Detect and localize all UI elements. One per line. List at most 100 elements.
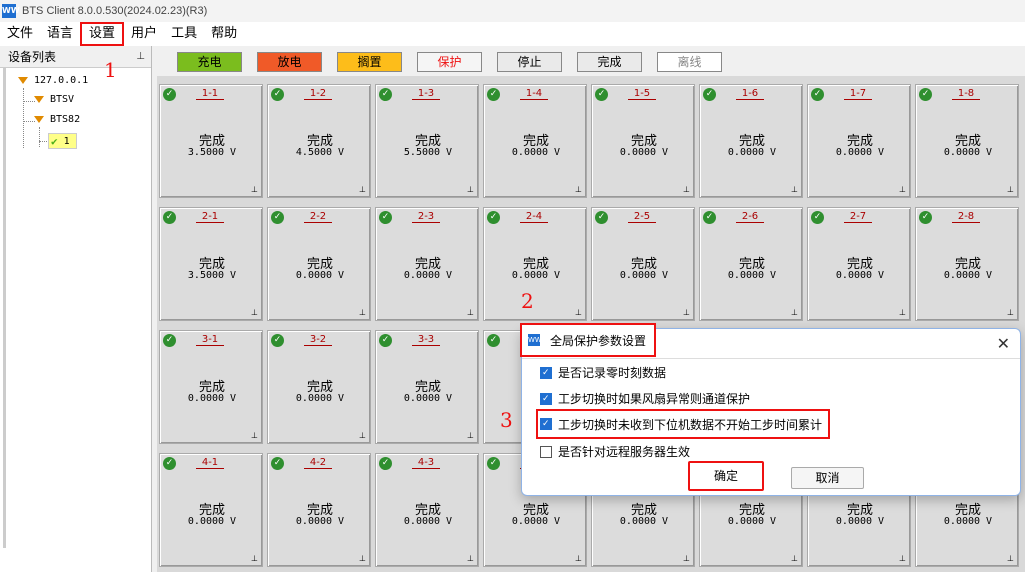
channel-cell[interactable]: ✓ 2-8 完成 0.0000 V ⊥: [915, 207, 1019, 321]
channel-cell[interactable]: ✓ 2-1 完成 3.5000 V ⊥: [159, 207, 263, 321]
pin-icon[interactable]: ⊥: [791, 554, 798, 563]
channel-voltage: 0.0000 V: [619, 147, 669, 158]
option-remote-server[interactable]: 是否针对远程服务器生效: [540, 443, 690, 460]
channel-cell[interactable]: ✓ 2-5 完成 0.0000 V ⊥: [591, 207, 695, 321]
channel-cell[interactable]: ✓ 1-6 完成 0.0000 V ⊥: [699, 84, 803, 198]
channel-voltage: 0.0000 V: [403, 270, 453, 281]
channel-cell[interactable]: ✓ 1-1 完成 3.5000 V ⊥: [159, 84, 263, 198]
pin-icon[interactable]: ⊥: [359, 554, 366, 563]
option-label: 是否针对远程服务器生效: [558, 445, 691, 459]
pin-icon[interactable]: ⊥: [467, 554, 474, 563]
channel-cell[interactable]: ✓ 2-2 完成 0.0000 V ⊥: [267, 207, 371, 321]
channel-cell[interactable]: ✓ 1-4 完成 0.0000 V ⊥: [483, 84, 587, 198]
pin-icon[interactable]: ⊥: [467, 431, 474, 440]
channel-voltage: 5.5000 V: [403, 147, 453, 158]
pin-icon[interactable]: ⊥: [1007, 554, 1014, 563]
status-ok-icon: ✓: [487, 88, 500, 101]
option-record-zero-time[interactable]: 是否记录零时刻数据: [540, 364, 666, 381]
pin-icon[interactable]: ⊥: [251, 554, 258, 563]
close-icon[interactable]: ✕: [997, 334, 1010, 353]
pin-icon[interactable]: ⊥: [791, 308, 798, 317]
pin-icon[interactable]: ⊥: [899, 554, 906, 563]
pin-icon[interactable]: ⊥: [251, 308, 258, 317]
menu-help[interactable]: 帮助: [204, 22, 244, 46]
channel-cell[interactable]: ✓ 4-3 完成 0.0000 V ⊥: [375, 453, 479, 567]
pin-icon[interactable]: ⊥: [467, 308, 474, 317]
checkbox[interactable]: [540, 418, 552, 430]
channel-cell[interactable]: ✓ 1-3 完成 5.5000 V ⊥: [375, 84, 479, 198]
pin-icon[interactable]: ⊥: [359, 308, 366, 317]
pin-icon[interactable]: ⊥: [683, 554, 690, 563]
channel-cell[interactable]: ✓ 4-1 完成 0.0000 V ⊥: [159, 453, 263, 567]
menu-tools[interactable]: 工具: [164, 22, 204, 46]
channel-cell[interactable]: ✓ 3-3 完成 0.0000 V ⊥: [375, 330, 479, 444]
pin-icon[interactable]: ⊥: [467, 185, 474, 194]
channel-id: 2-2: [304, 212, 332, 223]
channel-voltage: 0.0000 V: [619, 516, 669, 527]
menu-file[interactable]: 文件: [0, 22, 40, 46]
pin-icon[interactable]: ⊥: [359, 185, 366, 194]
channel-id: 1-3: [412, 89, 440, 100]
menu-user[interactable]: 用户: [124, 22, 164, 46]
channel-cell[interactable]: ✓ 2-7 完成 0.0000 V ⊥: [807, 207, 911, 321]
tree-node-btsv[interactable]: BTSV: [34, 94, 74, 105]
channel-cell[interactable]: ✓ 1-2 完成 4.5000 V ⊥: [267, 84, 371, 198]
pin-icon[interactable]: ⊥: [683, 308, 690, 317]
status-ok-icon: ✓: [271, 211, 284, 224]
pin-icon[interactable]: ⊥: [1007, 185, 1014, 194]
window-title: BTS Client 8.0.0.530(2024.02.23)(R3): [22, 5, 208, 17]
pin-icon[interactable]: ⊥: [251, 185, 258, 194]
channel-cell[interactable]: ✓ 2-6 完成 0.0000 V ⊥: [699, 207, 803, 321]
pin-icon[interactable]: ⊥: [575, 308, 582, 317]
checkbox[interactable]: [540, 445, 552, 458]
channel-cell[interactable]: ✓ 1-7 完成 0.0000 V ⊥: [807, 84, 911, 198]
pin-icon[interactable]: ⊥: [1007, 308, 1014, 317]
expand-triangle-icon[interactable]: [18, 77, 28, 84]
channel-cell[interactable]: ✓ 1-5 完成 0.0000 V ⊥: [591, 84, 695, 198]
status-ok-icon: ✓: [163, 211, 176, 224]
status-ok-icon: ✓: [811, 211, 824, 224]
cancel-button[interactable]: 取消: [791, 467, 864, 489]
menu-language[interactable]: 语言: [40, 22, 80, 46]
pin-icon[interactable]: ⊥: [575, 554, 582, 563]
pin-icon[interactable]: ⊥: [683, 185, 690, 194]
status-ok-icon: ✓: [703, 211, 716, 224]
status-ok-icon: ✓: [379, 457, 392, 470]
device-list-panel: 设备列表 ⊥ 127.0.0.1 BTSV BTS82 ✔ 1: [0, 46, 152, 572]
channel-cell[interactable]: ✓ 4-2 完成 0.0000 V ⊥: [267, 453, 371, 567]
channel-cell[interactable]: ✓ 2-3 完成 0.0000 V ⊥: [375, 207, 479, 321]
tree-node-bts82[interactable]: BTS82: [34, 114, 80, 125]
tree-node-label: 127.0.0.1: [34, 75, 89, 86]
pin-icon[interactable]: ⊥: [899, 185, 906, 194]
pin-icon[interactable]: ⊥: [359, 431, 366, 440]
tree-node-unit-1[interactable]: ✔ 1: [48, 133, 77, 149]
ok-button[interactable]: 确定: [688, 461, 764, 491]
status-ok-icon: ✓: [487, 211, 500, 224]
pin-icon[interactable]: ⊥: [791, 185, 798, 194]
option-fan-abnormal-protect[interactable]: 工步切换时如果风扇异常则通道保护: [540, 390, 750, 407]
dialog-header: WW 全局保护参数设置 ✕: [520, 323, 1020, 359]
channel-id: 4-3: [412, 458, 440, 469]
channel-voltage: 0.0000 V: [403, 393, 453, 404]
pin-icon[interactable]: ⊥: [899, 308, 906, 317]
option-no-data-no-timing[interactable]: 工步切换时未收到下位机数据不开始工步时间累计: [536, 409, 831, 439]
pin-icon[interactable]: ⊥: [251, 431, 258, 440]
checkbox[interactable]: [540, 392, 552, 405]
channel-cell[interactable]: ✓ 2-4 完成 0.0000 V ⊥: [483, 207, 587, 321]
pin-icon[interactable]: ⊥: [575, 185, 582, 194]
legend-stop: 停止: [497, 52, 562, 72]
tree-node-server[interactable]: 127.0.0.1: [18, 75, 88, 86]
checkbox[interactable]: [540, 366, 552, 379]
pin-icon[interactable]: ⊥: [136, 51, 145, 62]
status-ok-icon: ✓: [919, 211, 932, 224]
annotation-marker: 1: [104, 58, 117, 82]
dialog-title: 全局保护参数设置: [550, 333, 647, 348]
device-list-header: 设备列表 ⊥: [0, 46, 151, 68]
channel-cell[interactable]: ✓ 3-1 完成 0.0000 V ⊥: [159, 330, 263, 444]
expand-triangle-icon[interactable]: [34, 116, 44, 123]
title-bar: WW BTS Client 8.0.0.530(2024.02.23)(R3): [0, 0, 1025, 22]
channel-cell[interactable]: ✓ 3-2 完成 0.0000 V ⊥: [267, 330, 371, 444]
menu-settings[interactable]: 设置: [80, 22, 125, 46]
channel-cell[interactable]: ✓ 1-8 完成 0.0000 V ⊥: [915, 84, 1019, 198]
expand-triangle-icon[interactable]: [34, 96, 44, 103]
